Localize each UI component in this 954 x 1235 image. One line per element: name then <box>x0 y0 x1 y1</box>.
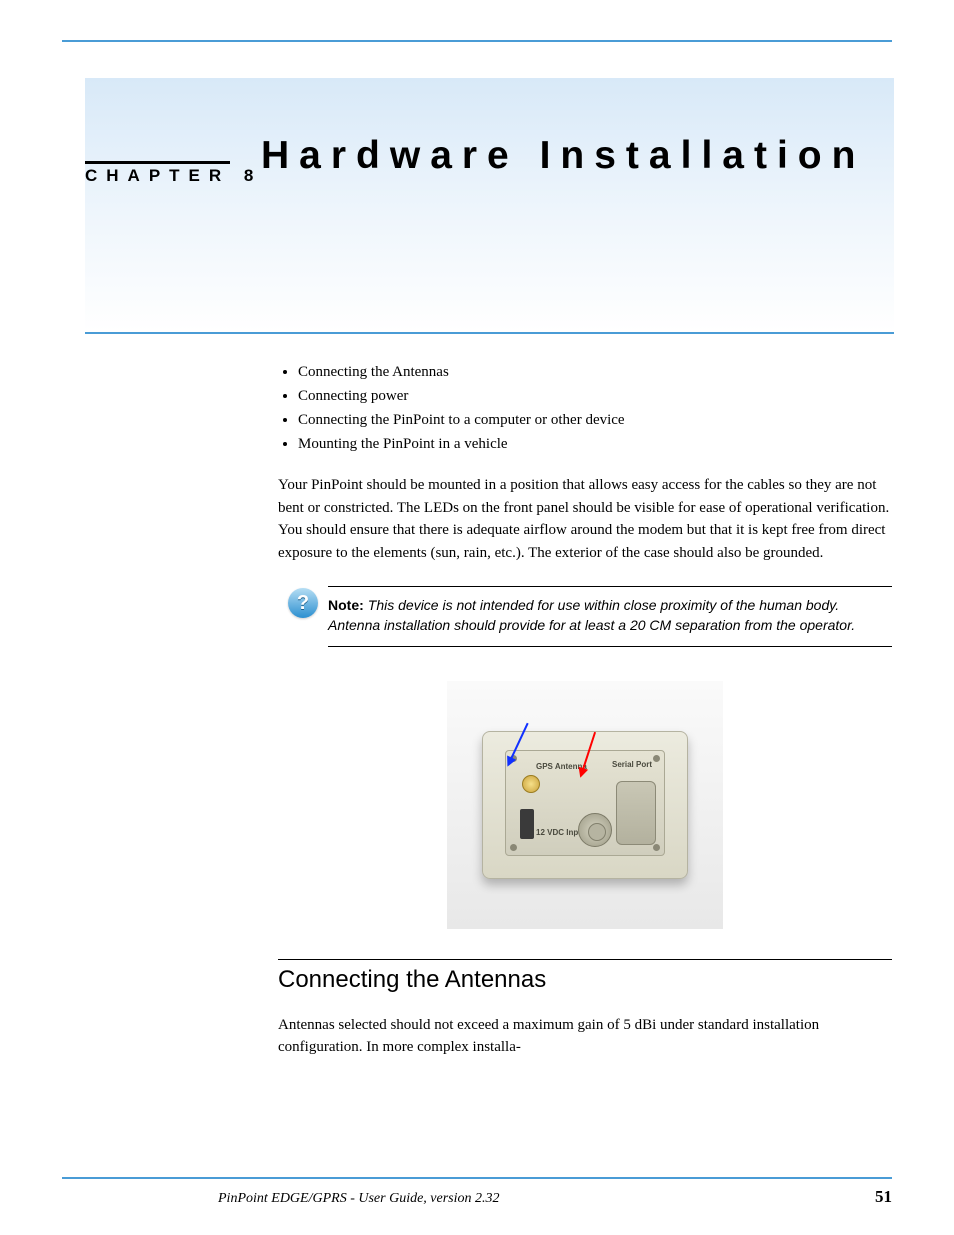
toc-item: Connecting power <box>298 384 892 408</box>
chapter-label: CHAPTER 8 <box>85 166 262 186</box>
device-label-serial: Serial Port <box>612 761 652 769</box>
toc-item: Connecting the PinPoint to a computer or… <box>298 408 892 432</box>
cellular-antenna-port <box>578 813 612 847</box>
note-text: This device is not intended for use with… <box>328 597 855 633</box>
serial-port <box>616 781 656 845</box>
power-connector <box>520 809 534 839</box>
note-label: Note: <box>328 597 368 613</box>
footer-doc-title: PinPoint EDGE/GPRS - User Guide, version… <box>62 1191 500 1207</box>
question-icon: ? <box>278 586 328 647</box>
section-toc: Connecting the Antennas Connecting power… <box>278 360 892 456</box>
section-paragraph: Antennas selected should not exceed a ma… <box>278 1014 892 1059</box>
top-border-rule <box>62 40 892 42</box>
chapter-banner: CHAPTER 8 Hardware Installation <box>85 78 894 334</box>
chapter-rule <box>85 161 230 164</box>
section-heading: Connecting the Antennas <box>278 966 892 994</box>
gps-antenna-port <box>522 775 540 793</box>
footer-page-number: 51 <box>875 1187 892 1207</box>
toc-item: Connecting the Antennas <box>298 360 892 384</box>
intro-paragraph: Your PinPoint should be mounted in a pos… <box>278 474 892 564</box>
footer-rule <box>62 1177 892 1179</box>
page-body: Connecting the Antennas Connecting power… <box>278 360 892 1115</box>
note-rule-top <box>328 586 892 587</box>
note-rule-bottom <box>328 646 892 647</box>
device-photo: GPS Antenna Serial Port 12 VDC Input <box>447 681 723 929</box>
section-rule <box>278 959 892 960</box>
note-callout: ? Note:This device is not intended for u… <box>278 586 892 647</box>
chapter-title: Hardware Installation <box>261 134 865 178</box>
toc-item: Mounting the PinPoint in a vehicle <box>298 432 892 456</box>
